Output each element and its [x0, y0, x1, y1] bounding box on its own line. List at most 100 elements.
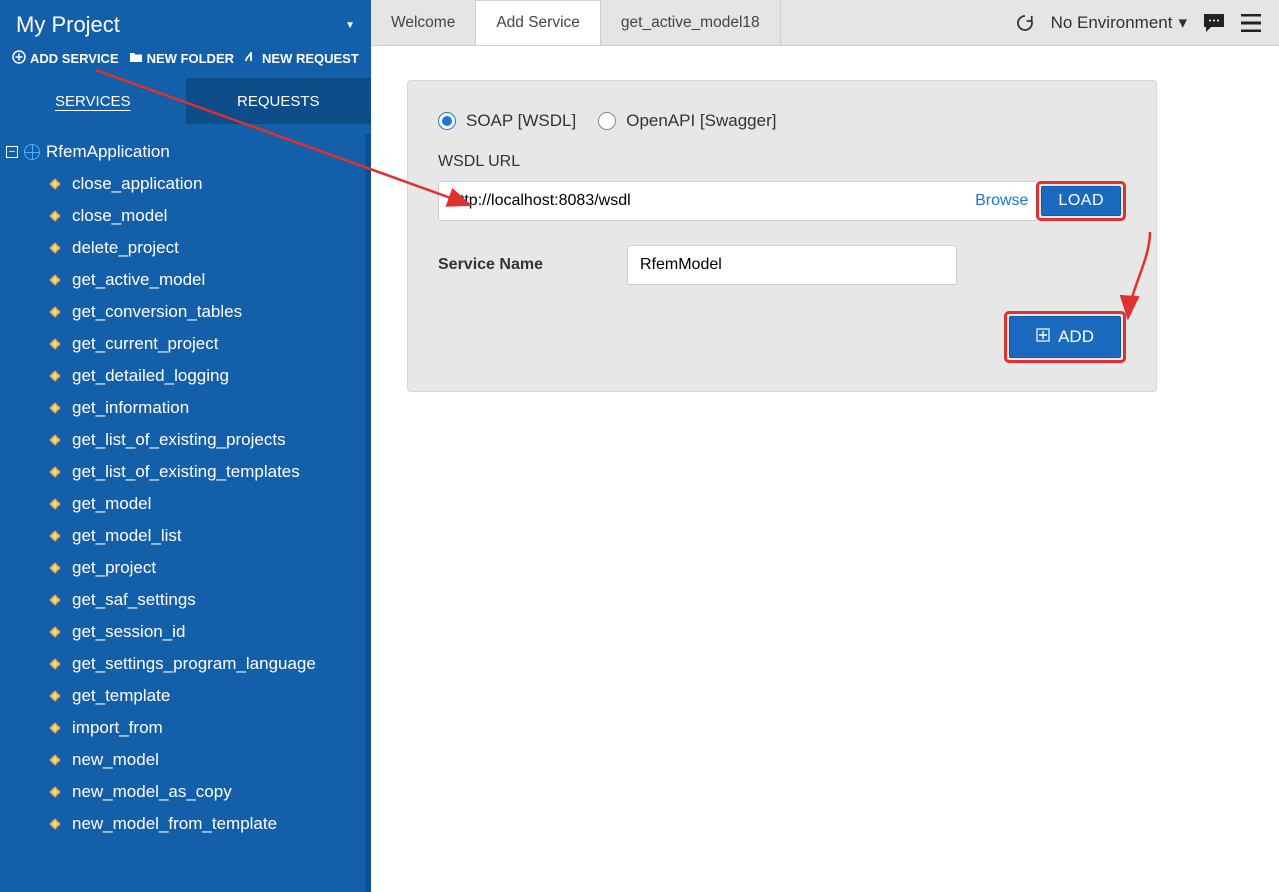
operation-label: close_model [72, 206, 167, 226]
new-request-button[interactable]: NEW REQUEST [244, 50, 359, 66]
service-tree[interactable]: − RfemApplication close_applicationclose… [0, 124, 371, 892]
operation-item[interactable]: get_detailed_logging [44, 360, 371, 392]
operation-label: new_model_as_copy [72, 782, 232, 802]
operation-icon [48, 817, 62, 831]
add-service-label: ADD SERVICE [30, 51, 119, 66]
service-name-input[interactable] [627, 245, 957, 285]
operation-icon [48, 305, 62, 319]
refresh-icon[interactable] [1015, 13, 1035, 33]
operation-item[interactable]: close_model [44, 200, 371, 232]
environment-label: No Environment [1051, 13, 1173, 33]
tab-get-active-model18[interactable]: get_active_model18 [601, 0, 781, 45]
load-button-label: LOAD [1058, 192, 1104, 209]
operation-item[interactable]: get_project [44, 552, 371, 584]
operation-label: get_project [72, 558, 156, 578]
operation-item[interactable]: close_application [44, 168, 371, 200]
topbar-right-tools: No Environment ▾ [1015, 0, 1279, 45]
browse-label: Browse [975, 192, 1028, 210]
top-tabs: Welcome Add Service get_active_model18 [371, 0, 781, 45]
operation-label: get_detailed_logging [72, 366, 229, 386]
operation-label: get_settings_program_language [72, 654, 316, 674]
sidebar-tab-requests[interactable]: REQUESTS [186, 78, 372, 124]
operation-item[interactable]: get_session_id [44, 616, 371, 648]
radio-soap-label: SOAP [WSDL] [466, 111, 576, 131]
operation-label: close_application [72, 174, 202, 194]
operation-icon [48, 273, 62, 287]
wsdl-url-row: Browse LOAD [438, 181, 1126, 221]
operation-label: get_template [72, 686, 170, 706]
operation-label: delete_project [72, 238, 179, 258]
tab-label: Welcome [391, 14, 455, 32]
operation-label: import_from [72, 718, 163, 738]
environment-picker[interactable]: No Environment ▾ [1051, 13, 1187, 33]
service-type-radio-group: SOAP [WSDL] OpenAPI [Swagger] [438, 111, 1126, 131]
sidebar-scrollbar[interactable] [365, 134, 371, 892]
tab-label: get_active_model18 [621, 14, 760, 32]
operation-icon [48, 241, 62, 255]
add-button-label: ADD [1058, 327, 1094, 347]
load-button-highlight: LOAD [1036, 181, 1126, 221]
operation-item[interactable]: delete_project [44, 232, 371, 264]
operation-item[interactable]: new_model_as_copy [44, 776, 371, 808]
operation-item[interactable]: get_settings_program_language [44, 648, 371, 680]
operation-item[interactable]: get_conversion_tables [44, 296, 371, 328]
topbar: Welcome Add Service get_active_model18 No … [371, 0, 1279, 46]
operation-label: get_session_id [72, 622, 185, 642]
operation-item[interactable]: import_from [44, 712, 371, 744]
request-icon [244, 50, 258, 66]
operation-label: get_information [72, 398, 189, 418]
operation-item[interactable]: new_model [44, 744, 371, 776]
chevron-down-icon: ▾ [1178, 13, 1187, 33]
collapse-icon[interactable]: − [6, 146, 18, 158]
menu-icon[interactable] [1241, 14, 1261, 32]
operation-item[interactable]: get_information [44, 392, 371, 424]
operation-item[interactable]: new_model_from_template [44, 808, 371, 840]
operation-item[interactable]: get_active_model [44, 264, 371, 296]
service-root-row[interactable]: − RfemApplication [6, 136, 371, 168]
operation-icon [48, 209, 62, 223]
operation-item[interactable]: get_list_of_existing_templates [44, 456, 371, 488]
operation-item[interactable]: get_current_project [44, 328, 371, 360]
sidebar-tab-services[interactable]: SERVICES [0, 78, 186, 124]
load-button[interactable]: LOAD [1041, 186, 1121, 216]
operation-icon [48, 753, 62, 767]
add-service-button[interactable]: ADD SERVICE [12, 50, 119, 66]
operation-icon [48, 593, 62, 607]
radio-soap[interactable]: SOAP [WSDL] [438, 111, 576, 131]
tab-welcome[interactable]: Welcome [371, 0, 476, 45]
operation-label: new_model_from_template [72, 814, 277, 834]
operation-icon [48, 785, 62, 799]
operation-icon [48, 337, 62, 351]
sidebar-tab-services-label: SERVICES [55, 93, 131, 110]
operation-icon [48, 657, 62, 671]
main-area: Welcome Add Service get_active_model18 No … [371, 0, 1279, 892]
project-header[interactable]: My Project ▼ [0, 0, 371, 46]
add-service-panel: SOAP [WSDL] OpenAPI [Swagger] WSDL URL B… [407, 80, 1157, 392]
operation-item[interactable]: get_saf_settings [44, 584, 371, 616]
operation-label: get_list_of_existing_templates [72, 462, 300, 482]
operation-label: new_model [72, 750, 159, 770]
operation-item[interactable]: get_model [44, 488, 371, 520]
tab-add-service[interactable]: Add Service [476, 0, 601, 45]
operation-item[interactable]: get_list_of_existing_projects [44, 424, 371, 456]
add-button-highlight: ADD [1004, 311, 1126, 363]
radio-openapi[interactable]: OpenAPI [Swagger] [598, 111, 776, 131]
service-name-label: Service Name [438, 256, 593, 274]
add-button[interactable]: ADD [1009, 316, 1121, 358]
sidebar: My Project ▼ ADD SERVICE NEW FOLDER NEW … [0, 0, 371, 892]
new-folder-button[interactable]: NEW FOLDER [129, 50, 234, 66]
operation-icon [48, 529, 62, 543]
browse-link[interactable]: Browse [971, 181, 1036, 221]
operation-item[interactable]: get_template [44, 680, 371, 712]
operation-item[interactable]: get_model_list [44, 520, 371, 552]
tab-label: Add Service [496, 14, 580, 32]
globe-icon [24, 144, 40, 160]
content-area: SOAP [WSDL] OpenAPI [Swagger] WSDL URL B… [371, 46, 1279, 892]
operation-list: close_application close_model delete_proje… [6, 168, 371, 840]
chat-icon[interactable] [1203, 13, 1225, 33]
operation-icon [48, 369, 62, 383]
wsdl-url-input[interactable] [438, 181, 971, 221]
operation-icon [48, 689, 62, 703]
operation-icon [48, 177, 62, 191]
folder-icon [129, 50, 143, 66]
